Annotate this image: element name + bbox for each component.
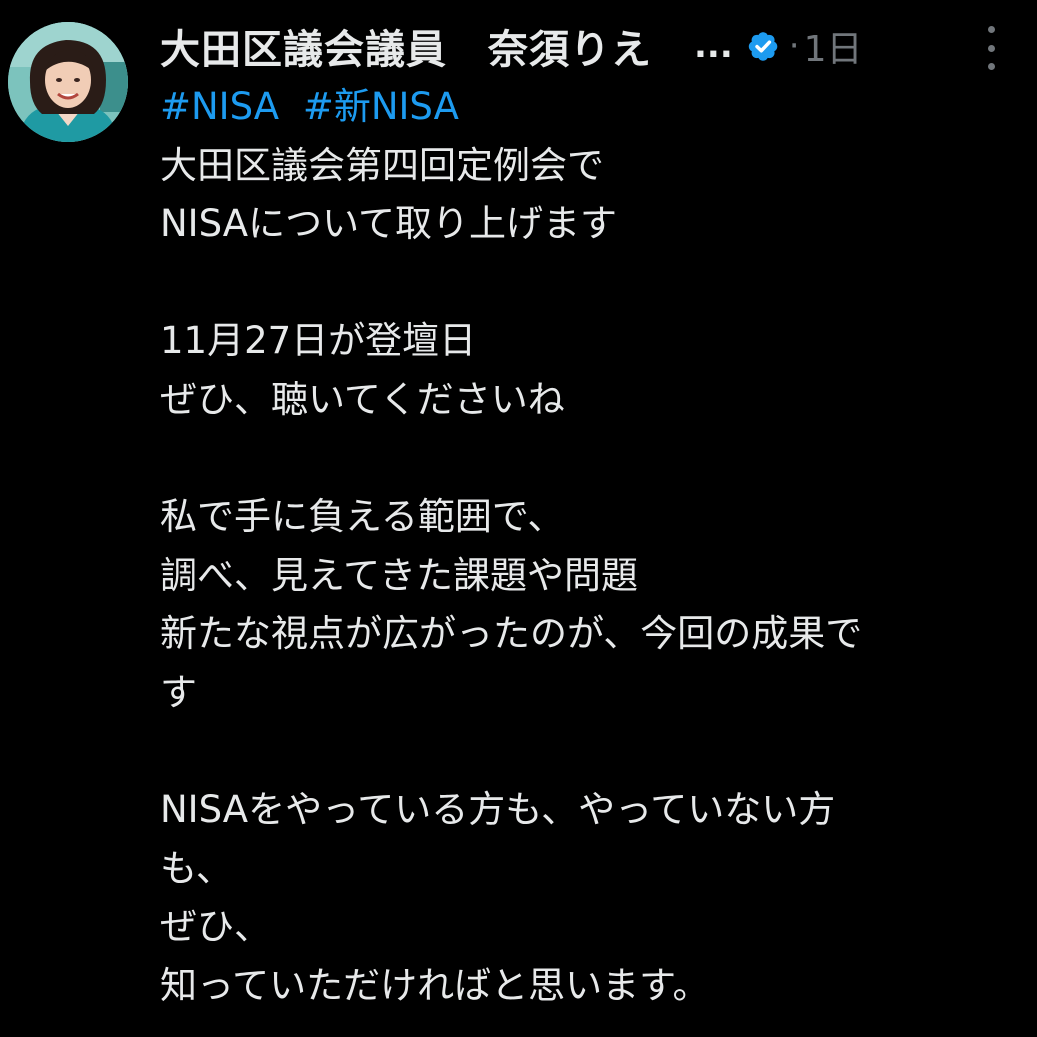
post-text-line: 大田区議会第四回定例会で: [160, 143, 604, 187]
post-header: 大田区議会議員 奈須りえ ... · 1日: [160, 18, 1020, 74]
more-vertical-icon: [987, 63, 995, 70]
hashtag-link[interactable]: #NISA: [160, 85, 279, 128]
post-time[interactable]: 1日: [804, 20, 863, 72]
post-text-line: 調べ、見えてきた課題や問題: [160, 553, 639, 597]
post-text-line: 新たな視点が広がったのが、今回の成果で: [160, 612, 863, 656]
post-text-line: ぜひ、: [160, 905, 271, 949]
more-options-button[interactable]: [976, 26, 1006, 70]
verified-badge-icon: [748, 32, 778, 61]
name-truncation: ...: [694, 26, 733, 66]
post-text-line: NISAについて取り上げます: [160, 202, 617, 246]
post-text-line: [160, 723, 1030, 782]
post-text-line: 知っていただければと思います。: [160, 963, 710, 1007]
tweet[interactable]: 大田区議会議員 奈須りえ ... · 1日 #NISA #新NISA 大田区議会…: [0, 0, 1037, 1037]
post-text-line: 私で手に負える範囲で、: [160, 495, 565, 539]
more-vertical-icon: [987, 26, 995, 33]
avatar[interactable]: [8, 22, 128, 142]
post-text-line: NISAをやっている方も、やっていない方: [160, 788, 836, 832]
hashtag-line: #NISA #新NISA: [160, 78, 1030, 137]
more-vertical-icon: [987, 44, 995, 52]
post-text-line: [160, 430, 1030, 489]
author-name[interactable]: 大田区議会議員 奈須りえ: [160, 17, 652, 75]
hashtag-link[interactable]: #新NISA: [303, 85, 459, 128]
post-text-line: も、: [160, 846, 233, 890]
post-body: #NISA #新NISA 大田区議会第四回定例会で NISAについて取り上げます…: [160, 78, 1030, 1016]
post-text-line: ぜひ、聴いてくださいね: [160, 377, 565, 421]
post-text-line: す: [160, 670, 197, 714]
avatar-photo: [8, 22, 128, 142]
post-text-line: [160, 254, 1030, 313]
dot-separator: ·: [788, 26, 800, 66]
post-text-line: 11月27日が登壇日: [160, 319, 477, 363]
